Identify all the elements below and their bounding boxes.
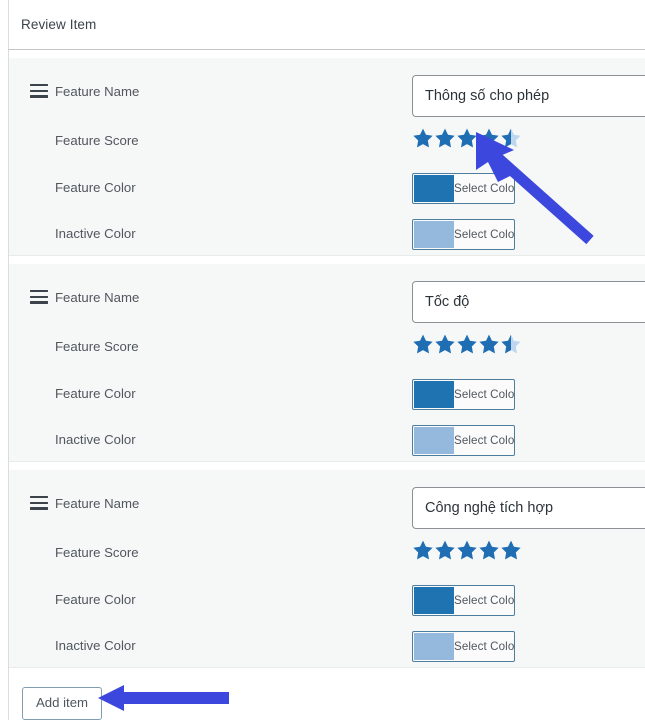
drag-handle-icon[interactable]	[30, 496, 48, 510]
inactive-color-select-button[interactable]: Select Color	[412, 425, 515, 456]
feature-color-select-button[interactable]: Select Color	[412, 585, 515, 616]
star-icon[interactable]	[434, 127, 456, 149]
feature-name-field-wrap	[412, 75, 645, 117]
inactive-color-swatch	[414, 633, 454, 660]
inactive-color-swatch	[414, 221, 454, 248]
label-feature-color: Feature Color	[55, 386, 136, 401]
label-feature-name: Feature Name	[55, 84, 140, 99]
label-feature-score: Feature Score	[55, 133, 139, 148]
row-feature-score: Feature Score	[9, 128, 645, 174]
feature-score-rating[interactable]	[412, 331, 522, 357]
star-icon[interactable]	[456, 333, 478, 355]
drag-handle-icon[interactable]	[30, 84, 48, 98]
inactive-color-button-label: Select Color	[454, 427, 514, 454]
feature-name-input[interactable]	[412, 487, 645, 529]
row-feature-name: Feature Name	[9, 487, 645, 536]
star-rating[interactable]	[412, 331, 522, 357]
review-items-list: Feature Name Feature Score Feature Color…	[8, 50, 645, 720]
feature-color-button-label: Select Color	[454, 587, 514, 614]
label-feature-name: Feature Name	[55, 496, 140, 511]
star-icon[interactable]	[478, 333, 500, 355]
row-feature-score: Feature Score	[9, 334, 645, 380]
row-inactive-color: Inactive Color Select Color	[9, 631, 645, 677]
feature-score-rating[interactable]	[412, 125, 522, 151]
label-inactive-color: Inactive Color	[55, 226, 136, 241]
star-rating[interactable]	[412, 125, 522, 151]
feature-name-field-wrap	[412, 487, 645, 529]
row-inactive-color: Inactive Color Select Color	[9, 425, 645, 471]
label-feature-name: Feature Name	[55, 290, 140, 305]
review-item-screen: Review Item Feature Name Feature Score F…	[0, 0, 645, 720]
row-feature-name: Feature Name	[9, 281, 645, 330]
star-icon[interactable]	[456, 539, 478, 561]
page-title: Review Item	[21, 17, 97, 32]
row-inactive-color: Inactive Color Select Color	[9, 219, 645, 265]
row-feature-color: Feature Color Select Color	[9, 379, 645, 425]
inactive-color-select-button[interactable]: Select Color	[412, 631, 515, 662]
label-feature-color: Feature Color	[55, 180, 136, 195]
star-icon[interactable]	[412, 539, 434, 561]
add-item-button[interactable]: Add item	[22, 687, 103, 720]
row-feature-score: Feature Score	[9, 540, 645, 586]
feature-color-swatch	[414, 381, 454, 408]
feature-color-button-label: Select Color	[454, 381, 514, 408]
inactive-color-button-label: Select Color	[454, 633, 514, 660]
row-feature-color: Feature Color Select Color	[9, 173, 645, 219]
star-icon[interactable]	[412, 333, 434, 355]
feature-color-swatch	[414, 587, 454, 614]
inactive-color-button-label: Select Color	[454, 221, 514, 248]
review-item-card: Feature Name Feature Score Feature Color…	[9, 470, 645, 668]
panel-header: Review Item	[8, 0, 645, 50]
feature-color-select-button[interactable]: Select Color	[412, 173, 515, 204]
label-feature-color: Feature Color	[55, 592, 136, 607]
star-icon[interactable]	[456, 127, 478, 149]
star-icon[interactable]	[500, 127, 522, 149]
review-item-card: Feature Name Feature Score Feature Color…	[9, 58, 645, 256]
feature-color-picker-wrap: Select Color	[412, 379, 515, 413]
feature-score-rating[interactable]	[412, 537, 522, 563]
row-feature-name: Feature Name	[9, 75, 645, 124]
inactive-color-select-button[interactable]: Select Color	[412, 219, 515, 250]
inactive-color-picker-wrap: Select Color	[412, 219, 515, 253]
label-inactive-color: Inactive Color	[55, 432, 136, 447]
label-feature-score: Feature Score	[55, 545, 139, 560]
star-icon[interactable]	[412, 127, 434, 149]
star-rating[interactable]	[412, 537, 522, 563]
star-icon[interactable]	[434, 539, 456, 561]
feature-color-select-button[interactable]: Select Color	[412, 379, 515, 410]
star-icon[interactable]	[500, 539, 522, 561]
review-item-card: Feature Name Feature Score Feature Color…	[9, 264, 645, 462]
inactive-color-picker-wrap: Select Color	[412, 425, 515, 459]
row-feature-color: Feature Color Select Color	[9, 585, 645, 631]
drag-handle-icon[interactable]	[30, 290, 48, 304]
feature-color-button-label: Select Color	[454, 175, 514, 202]
inactive-color-swatch	[414, 427, 454, 454]
add-item-row: Add item	[22, 687, 645, 720]
star-icon[interactable]	[500, 333, 522, 355]
label-feature-score: Feature Score	[55, 339, 139, 354]
feature-name-input[interactable]	[412, 281, 645, 323]
feature-color-picker-wrap: Select Color	[412, 173, 515, 207]
star-icon[interactable]	[478, 539, 500, 561]
feature-color-swatch	[414, 175, 454, 202]
star-icon[interactable]	[478, 127, 500, 149]
label-inactive-color: Inactive Color	[55, 638, 136, 653]
feature-name-input[interactable]	[412, 75, 645, 117]
feature-color-picker-wrap: Select Color	[412, 585, 515, 619]
inactive-color-picker-wrap: Select Color	[412, 631, 515, 665]
star-icon[interactable]	[434, 333, 456, 355]
feature-name-field-wrap	[412, 281, 645, 323]
